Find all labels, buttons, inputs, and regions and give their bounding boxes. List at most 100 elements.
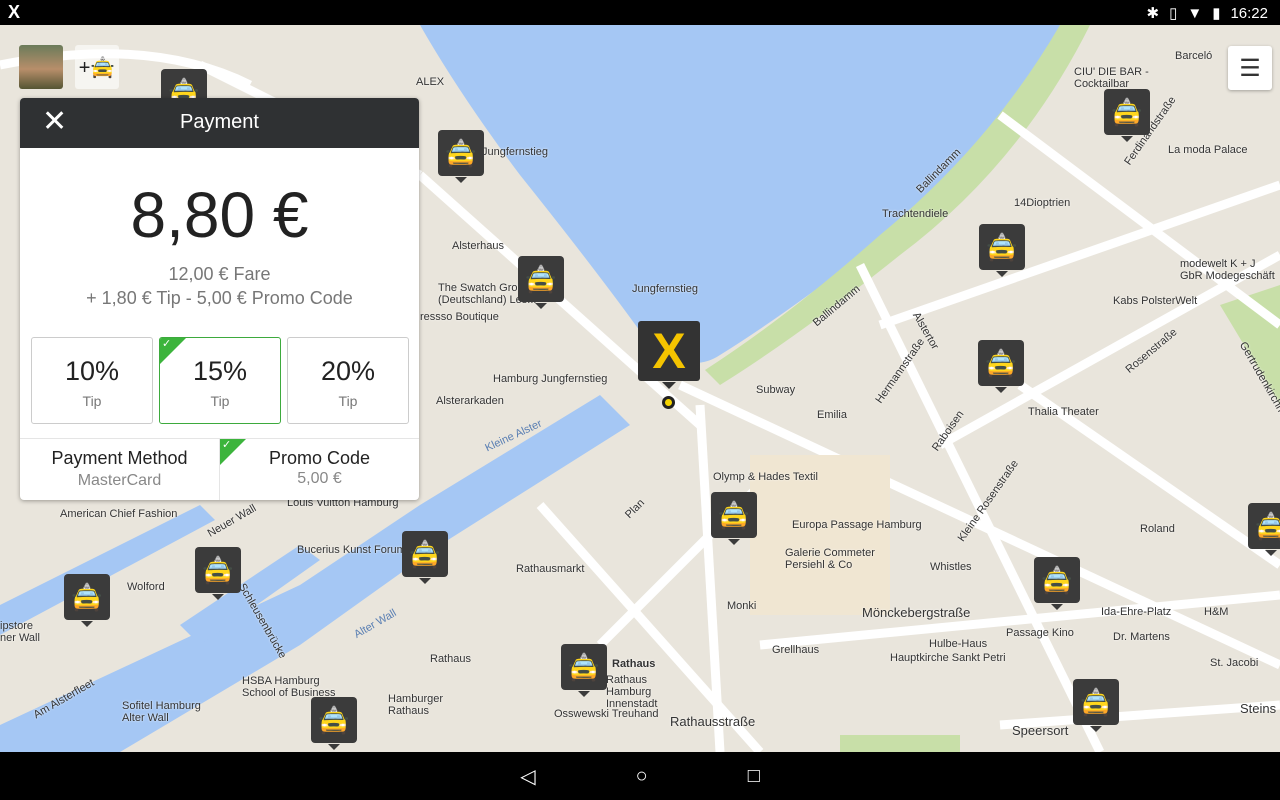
payment-title: Payment <box>180 111 259 133</box>
map-label: La moda Palace <box>1168 144 1248 156</box>
tip-label: Tip <box>338 393 358 409</box>
total-amount: 8,80 € <box>130 179 309 251</box>
tip-options: 10% Tip ✓ 15% Tip 20% Tip <box>31 337 409 424</box>
map-label: Rathaus <box>612 658 656 670</box>
map-label: Hamburg Jungfernstieg <box>493 373 608 385</box>
map-label: 14Dioptrien <box>1014 197 1071 209</box>
fare-text: 12,00 € Fare <box>168 264 271 284</box>
map-label: Galerie Commeter Persiehl & Co <box>785 547 875 571</box>
map-label: Osswewski Treuhand <box>554 708 659 720</box>
map-label: Hauptkirche Sankt Petri <box>890 652 1006 664</box>
tip-option-15[interactable]: ✓ 15% Tip <box>159 337 281 424</box>
hamburger-menu-icon: ☰ <box>1239 54 1261 82</box>
map-label: Barceló <box>1175 50 1213 62</box>
map-label: Sofitel Hamburg Alter Wall <box>122 700 201 724</box>
payment-panel: ✕ Payment 8,80 € 12,00 € Fare + 1,80 € T… <box>20 98 419 500</box>
map-label: Dr. Martens <box>1113 631 1170 643</box>
promo-code-value: 5,00 € <box>297 470 342 487</box>
map-label: Wolford <box>127 581 165 593</box>
map-label: Grellhaus <box>772 644 820 656</box>
map-label: ressso Boutique <box>420 311 499 323</box>
check-icon: ✓ <box>160 338 186 364</box>
payment-header: ✕ Payment <box>20 98 419 148</box>
map-label: Steins <box>1240 701 1277 716</box>
map-label: Alsterarkaden <box>436 395 504 407</box>
taxi-icon[interactable]: 🚖 <box>64 574 110 627</box>
check-icon: ✓ <box>220 439 246 465</box>
map-label: Rathaus <box>430 653 471 665</box>
mytaxi-x-marker: X <box>638 321 700 389</box>
payment-method-value: MasterCard <box>77 472 162 489</box>
home-icon[interactable]: ○ <box>636 765 648 788</box>
taxi-icon[interactable]: 🚖 <box>311 697 357 750</box>
map-label: Rathaus Hamburg Innenstadt <box>606 674 658 710</box>
map-label: CIU' DIE BAR - Cocktailbar <box>1074 66 1149 90</box>
tip-label: Tip <box>82 393 102 409</box>
payment-options: Payment Method MasterCard ✓ Promo Code 5… <box>20 438 419 500</box>
taxi-icon[interactable]: 🚖 <box>978 340 1024 393</box>
taxi-icon[interactable]: 🚖 <box>402 531 448 584</box>
map-label: Subway <box>756 384 796 396</box>
map-label: St. Jacobi <box>1210 657 1259 669</box>
clock: 16:22 <box>1230 4 1268 22</box>
taxi-icon[interactable]: 🚖 <box>1104 89 1150 142</box>
promo-code-label: Promo Code <box>268 448 371 468</box>
taxi-icon[interactable]: 🚖 <box>561 644 607 697</box>
map-label: Monki <box>727 600 757 612</box>
taxi-icon[interactable]: 🚖 <box>438 130 484 183</box>
map-label: Trachtendiele <box>882 208 949 220</box>
bluetooth-icon: ✱ <box>1146 5 1160 22</box>
close-icon[interactable]: ✕ <box>42 98 67 146</box>
tip-option-20[interactable]: 20% Tip <box>287 337 409 424</box>
map-label: American Chief Fashion <box>60 508 178 520</box>
recents-icon[interactable]: □ <box>748 765 760 788</box>
map-label: modewelt K + J GbR Modegeschäft <box>1180 258 1275 282</box>
avatar[interactable] <box>19 45 63 89</box>
map-label: Jungfernstieg <box>632 283 699 295</box>
map-label: ipstore ner Wall <box>0 620 40 644</box>
tip-label: Tip <box>210 393 230 409</box>
map-label: Jungfernstieg <box>482 146 549 158</box>
promo-code-button[interactable]: ✓ Promo Code 5,00 € <box>219 439 419 500</box>
map-label: Emilia <box>817 409 847 421</box>
map-label: Roland <box>1140 523 1175 535</box>
tip-percent: 20% <box>320 356 376 386</box>
map-label: Hulbe-Haus <box>929 638 988 650</box>
map-label: Kabs PolsterWelt <box>1113 295 1198 307</box>
mytaxi-x-icon: X <box>8 2 21 22</box>
taxi-icon[interactable]: 🚖 <box>711 492 757 545</box>
taxi-icon[interactable]: 🚖 <box>1073 679 1119 732</box>
menu-button[interactable]: ☰ <box>1228 46 1272 90</box>
payment-method-button[interactable]: Payment Method MasterCard <box>20 439 219 500</box>
taxi-icon[interactable]: 🚖 <box>1034 557 1080 610</box>
map-label: Ida-Ehre-Platz <box>1101 606 1172 618</box>
pickup-location-dot <box>662 396 675 409</box>
taxi-icon[interactable]: 🚖 <box>518 256 564 309</box>
map-label: HSBA Hamburg School of Business <box>242 675 336 699</box>
map-label: Thalia Theater <box>1028 406 1099 418</box>
taxi-icon[interactable]: 🚖 <box>195 547 241 600</box>
taxi-icon[interactable]: 🚖 <box>979 224 1025 277</box>
map-label: Alsterhaus <box>452 240 504 252</box>
map-label: H&M <box>1204 606 1229 618</box>
map-label: Mönckebergstraße <box>862 605 971 620</box>
vibrate-icon: ▯ <box>1169 5 1178 22</box>
status-bar: X ✱ ▯ ▼ ▮ 16:22 <box>0 0 1280 25</box>
add-taxi-button[interactable]: +🚖 <box>75 45 119 89</box>
map-label: Hamburger Rathaus <box>388 693 444 717</box>
back-icon[interactable]: ◁ <box>520 764 535 789</box>
map-label: Speersort <box>1012 723 1069 738</box>
fare-breakdown: + 1,80 € Tip - 5,00 € Promo Code <box>86 288 353 308</box>
tip-option-10[interactable]: 10% Tip <box>31 337 153 424</box>
wifi-icon: ▼ <box>1187 4 1203 22</box>
map-label: Whistles <box>930 561 972 573</box>
map-label: Rathausmarkt <box>516 563 585 575</box>
map-label: ALEX <box>416 76 445 88</box>
map-label: Bucerius Kunst Forum <box>297 544 406 556</box>
map-label: Passage Kino <box>1006 627 1074 639</box>
map-label: Europa Passage Hamburg <box>792 519 922 531</box>
navigation-bar: ◁ ○ □ <box>0 752 1280 800</box>
taxi-icon[interactable]: 🚖 <box>1248 503 1280 556</box>
add-taxi-icon: +🚖 <box>78 56 116 79</box>
payment-method-label: Payment Method <box>51 448 188 468</box>
